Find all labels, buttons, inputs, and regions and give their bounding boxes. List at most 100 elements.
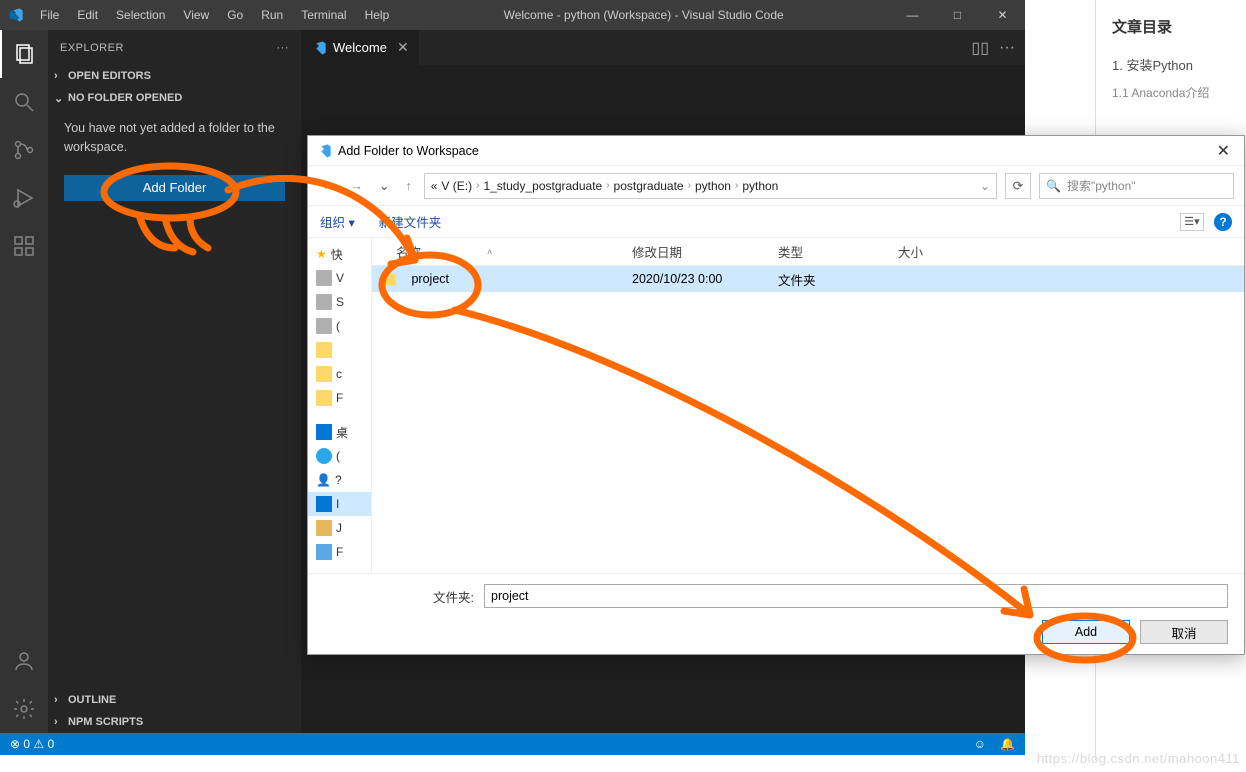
accounts-icon[interactable]: [0, 637, 48, 685]
folder-icon: [382, 274, 396, 285]
activity-bar: [0, 30, 48, 733]
close-tab-icon[interactable]: ✕: [397, 39, 409, 56]
more-actions-icon[interactable]: ···: [999, 39, 1015, 57]
nav-forward-icon[interactable]: →: [347, 175, 368, 197]
col-name[interactable]: 名称˄: [372, 242, 632, 261]
nav-up-icon[interactable]: ↑: [401, 175, 415, 197]
status-problems[interactable]: ⊗ 0 ⚠ 0: [10, 737, 54, 751]
menu-file[interactable]: File: [32, 4, 67, 26]
search-box[interactable]: 🔍 搜索"python": [1039, 173, 1234, 199]
help-icon[interactable]: ?: [1214, 213, 1232, 231]
minimize-button[interactable]: —: [890, 0, 935, 30]
split-editor-icon[interactable]: ▯▯: [971, 38, 989, 58]
close-window-button[interactable]: ✕: [980, 0, 1025, 30]
explorer-label: EXPLORER: [60, 42, 124, 54]
folder-icon: [316, 390, 332, 406]
search-icon[interactable]: [0, 78, 48, 126]
desktop-icon: [316, 424, 332, 440]
sort-asc-icon: ˄: [487, 247, 492, 257]
breadcrumb[interactable]: « V (E:)› 1_study_postgraduate› postgrad…: [424, 173, 997, 199]
tree-drive[interactable]: (: [308, 314, 371, 338]
dialog-nav: ← → ⌄ ↑ « V (E:)› 1_study_postgraduate› …: [308, 166, 1244, 206]
crumb[interactable]: postgraduate: [614, 179, 684, 193]
tabs-actions: ▯▯ ···: [971, 30, 1025, 65]
maximize-button[interactable]: □: [935, 0, 980, 30]
tree-folder[interactable]: c: [308, 362, 371, 386]
menu-selection[interactable]: Selection: [108, 4, 173, 26]
row-type: 文件夹: [778, 270, 898, 289]
explorer-sidebar: EXPLORER ··· ›OPEN EDITORS ⌄NO FOLDER OP…: [48, 30, 301, 733]
tree-drive[interactable]: S: [308, 290, 371, 314]
no-folder-label: NO FOLDER OPENED: [68, 92, 182, 104]
col-type[interactable]: 类型: [778, 242, 898, 261]
tree-folder[interactable]: F: [308, 386, 371, 410]
run-debug-icon[interactable]: [0, 174, 48, 222]
tab-label: Welcome: [333, 40, 387, 55]
menu-run[interactable]: Run: [253, 4, 291, 26]
organize-menu[interactable]: 组织 ▾: [320, 212, 355, 231]
dialog-close-icon[interactable]: ✕: [1211, 141, 1236, 161]
status-bar: ⊗ 0 ⚠ 0 ☺ 🔔: [0, 733, 1025, 755]
crumb[interactable]: python: [695, 179, 731, 193]
tree-drive[interactable]: V: [308, 266, 371, 290]
chevron-right-icon: ›: [688, 180, 691, 191]
search-placeholder: 搜索"python": [1067, 177, 1136, 194]
add-button[interactable]: Add: [1042, 620, 1130, 644]
row-name: project: [411, 272, 449, 286]
explorer-icon[interactable]: [0, 30, 48, 78]
crumb[interactable]: 1_study_postgraduate: [483, 179, 602, 193]
menu-help[interactable]: Help: [357, 4, 398, 26]
disk-icon: [316, 318, 332, 334]
onedrive-icon: [316, 448, 332, 464]
menu-edit[interactable]: Edit: [69, 4, 106, 26]
tree-libraries[interactable]: J: [308, 516, 371, 540]
menu-terminal[interactable]: Terminal: [293, 4, 354, 26]
extensions-icon[interactable]: [0, 222, 48, 270]
menu-view[interactable]: View: [175, 4, 217, 26]
breadcrumb-dropdown-icon[interactable]: ⌄: [980, 179, 990, 193]
col-size[interactable]: 大小: [898, 242, 978, 261]
crumb[interactable]: V (E:): [441, 179, 472, 193]
feedback-icon[interactable]: ☺: [974, 737, 986, 751]
outline-section[interactable]: ›OUTLINE: [48, 689, 301, 711]
view-toggle-icon[interactable]: ☰▾: [1180, 213, 1204, 231]
no-folder-section[interactable]: ⌄NO FOLDER OPENED: [48, 87, 301, 109]
folder-icon: [316, 342, 332, 358]
open-editors-section[interactable]: ›OPEN EDITORS: [48, 65, 301, 87]
list-row-project[interactable]: project 2020/10/23 0:00 文件夹: [372, 266, 1244, 292]
window-controls: — □ ✕: [890, 0, 1025, 30]
tree-folder[interactable]: [308, 338, 371, 362]
list-header: 名称˄ 修改日期 类型 大小: [372, 238, 1244, 266]
folder-name-input[interactable]: [484, 584, 1228, 608]
tree-this-pc[interactable]: I: [308, 492, 371, 516]
menu-go[interactable]: Go: [219, 4, 251, 26]
row-date: 2020/10/23 0:00: [632, 272, 778, 286]
refresh-button[interactable]: ⟳: [1005, 173, 1031, 199]
tree-network[interactable]: F: [308, 540, 371, 564]
open-editors-label: OPEN EDITORS: [68, 70, 151, 82]
new-folder-button[interactable]: 新建文件夹: [379, 212, 442, 231]
editor-tabs: Welcome ✕ ▯▯ ···: [301, 30, 1025, 65]
npm-scripts-section[interactable]: ›NPM SCRIPTS: [48, 711, 301, 733]
crumb[interactable]: python: [742, 179, 778, 193]
tree-desktop[interactable]: 桌: [308, 420, 371, 444]
tree-label: 桌: [336, 424, 348, 441]
source-control-icon[interactable]: [0, 126, 48, 174]
notifications-bell-icon[interactable]: 🔔: [1000, 737, 1015, 751]
chevron-right-icon: ›: [54, 694, 68, 706]
vscode-dialog-icon: [316, 143, 332, 159]
tab-welcome[interactable]: Welcome ✕: [301, 30, 419, 65]
chevron-down-nav-icon[interactable]: ⌄: [375, 174, 393, 197]
explorer-more-icon[interactable]: ···: [277, 42, 290, 54]
tree-user[interactable]: 👤?: [308, 468, 371, 492]
settings-gear-icon[interactable]: [0, 685, 48, 733]
tree-quick-access[interactable]: ★快: [308, 242, 371, 266]
cancel-button[interactable]: 取消: [1140, 620, 1228, 644]
add-folder-button[interactable]: Add Folder: [64, 175, 285, 201]
nav-back-icon[interactable]: ←: [318, 175, 339, 197]
toc-item-1[interactable]: 1. 安装Python: [1112, 55, 1230, 74]
nav-tree[interactable]: ★快 V S ( c F 桌 ( 👤? I J F: [308, 238, 372, 573]
tree-onedrive[interactable]: (: [308, 444, 371, 468]
col-date[interactable]: 修改日期: [632, 242, 778, 261]
toc-item-1-1[interactable]: 1.1 Anaconda介绍: [1112, 84, 1230, 101]
